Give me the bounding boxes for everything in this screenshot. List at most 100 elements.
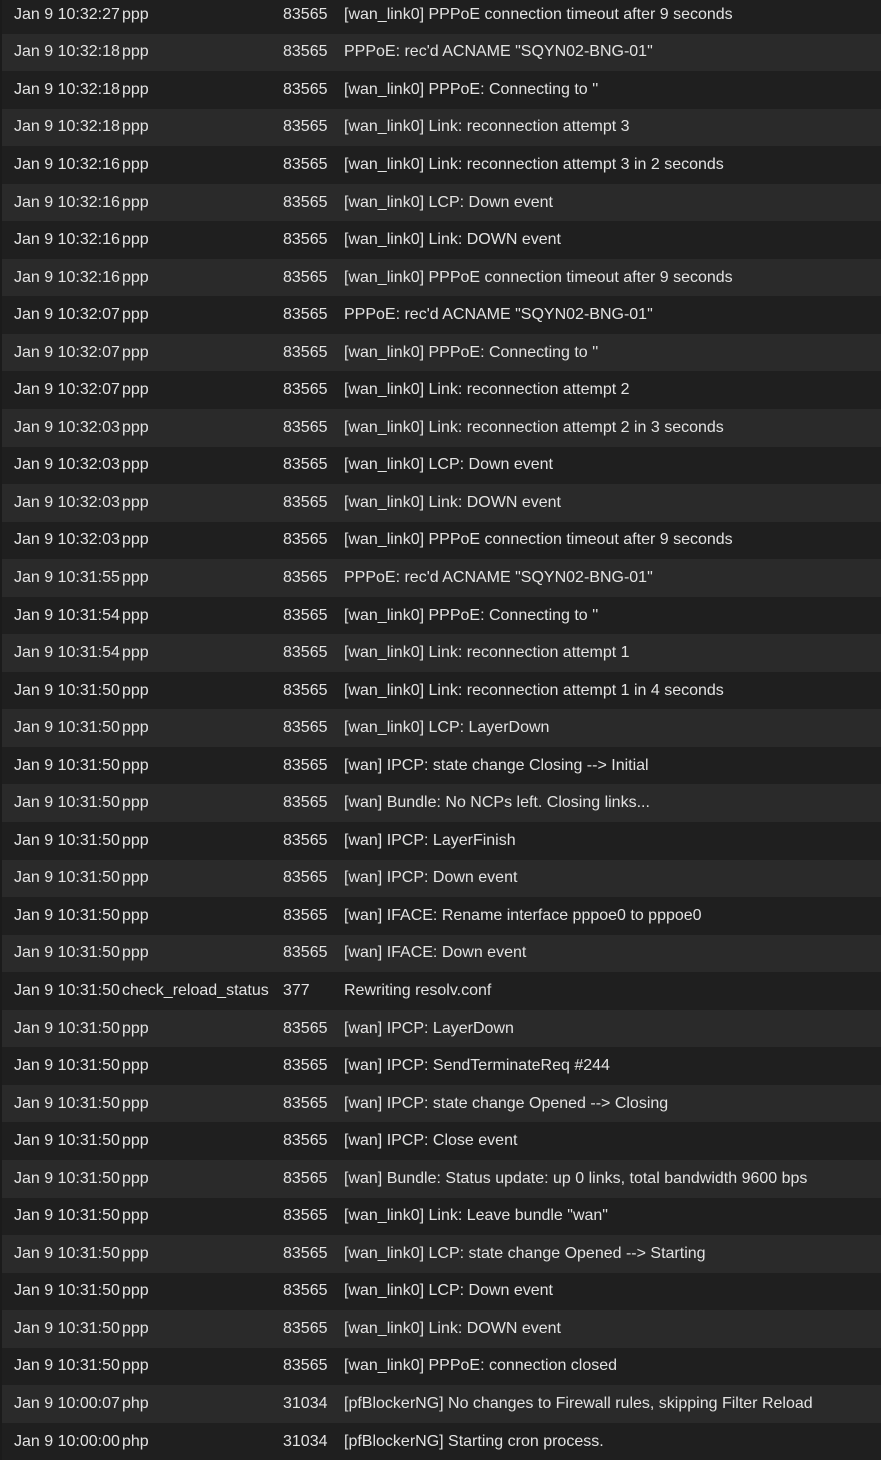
log-message-cell: [pfBlockerNG] No changes to Firewall rul… bbox=[344, 1395, 813, 1412]
log-message-cell: [wan_link0] PPPoE: Connecting to '' bbox=[344, 606, 599, 624]
log-row: Jan 9 10:31:50 ppp 83565 [wan] IPCP: LayerF… bbox=[2, 822, 881, 860]
log-message-cell: [wan_link0] LCP: Down event bbox=[344, 193, 553, 211]
log-time-cell: Jan 9 10:31:55 bbox=[14, 568, 120, 586]
log-row: Jan 9 10:32:03 ppp 83565 [wan_link0] PPPoE … bbox=[2, 521, 881, 560]
log-row: Jan 9 10:31:54 ppp 83565 [wan_link0] Link: … bbox=[2, 634, 881, 672]
log-row: Jan 9 10:31:50 ppp 83565 [wan] IFACE: Down … bbox=[2, 934, 881, 973]
log-pid-cell: 83565 bbox=[283, 5, 328, 23]
log-row: Jan 9 10:32:07 ppp 83565 PPPoE: rec'd ACNAM… bbox=[2, 296, 881, 334]
log-pid-cell: 83565 bbox=[283, 1357, 328, 1375]
log-time-cell: Jan 9 10:31:50 bbox=[14, 1207, 120, 1225]
log-row: Jan 9 10:31:55 ppp 83565 PPPoE: rec'd ACNAM… bbox=[2, 559, 881, 597]
log-message-cell: [wan] IPCP: Close event bbox=[344, 1132, 518, 1150]
log-process-cell: ppp bbox=[122, 80, 149, 98]
log-time-cell: Jan 9 10:31:50 bbox=[14, 1057, 120, 1075]
log-pid-cell: 83565 bbox=[283, 1094, 328, 1112]
log-process-cell: ppp bbox=[122, 118, 149, 136]
log-process-cell: check_reload_status bbox=[122, 981, 269, 999]
log-time-cell: Jan 9 10:32:16 bbox=[14, 155, 120, 173]
log-message-cell: [wan_link0] Link: DOWN event bbox=[344, 1319, 561, 1337]
log-process-cell: ppp bbox=[122, 1019, 149, 1037]
log-time-cell: Jan 9 10:31:54 bbox=[14, 644, 120, 662]
log-row: Jan 9 10:32:16 ppp 83565 [wan_link0] Link: … bbox=[2, 146, 881, 184]
log-pid-cell: 83565 bbox=[283, 944, 328, 962]
log-process-cell: ppp bbox=[122, 381, 149, 399]
log-row: Jan 9 10:32:18 ppp 83565 [wan_link0] PPPoE:… bbox=[2, 71, 881, 109]
log-message-cell: [wan_link0] PPPoE: connection closed bbox=[344, 1357, 618, 1375]
log-process-cell: ppp bbox=[122, 5, 149, 23]
log-process-cell: ppp bbox=[122, 193, 149, 211]
log-message-cell: [wan_link0] PPPoE connection timeout aft… bbox=[344, 268, 733, 286]
log-process-cell: ppp bbox=[122, 268, 149, 286]
log-pid-cell: 83565 bbox=[283, 118, 328, 136]
log-message-cell: PPPoE: rec'd ACNAME "SQYN02-BNG-01" bbox=[344, 306, 653, 324]
log-pid-cell: 83565 bbox=[283, 606, 328, 624]
log-pid-cell: 83565 bbox=[283, 155, 328, 173]
log-row: Jan 9 10:31:50 ppp 83565 [wan] IPCP: Down e… bbox=[2, 859, 881, 898]
log-process-cell: ppp bbox=[122, 1319, 149, 1337]
log-message-cell: [wan_link0] Link: Leave bundle "wan" bbox=[344, 1207, 608, 1225]
log-pid-cell: 83565 bbox=[283, 568, 328, 586]
log-time-cell: Jan 9 10:32:18 bbox=[14, 118, 120, 136]
log-process-cell: ppp bbox=[122, 456, 149, 474]
log-pid-cell: 83565 bbox=[283, 231, 328, 249]
log-message-cell: [wan_link0] PPPoE: Connecting to '' bbox=[344, 343, 599, 361]
log-row: Jan 9 10:32:16 ppp 83565 [wan_link0] LCP: D… bbox=[2, 183, 881, 222]
log-process-cell: ppp bbox=[122, 1207, 149, 1225]
log-message-cell: [wan_link0] Link: DOWN event bbox=[344, 493, 561, 511]
log-pid-cell: 83565 bbox=[283, 1019, 328, 1037]
log-message-cell: [wan_link0] LCP: Down event bbox=[344, 456, 553, 474]
log-process-cell: ppp bbox=[122, 869, 149, 887]
log-time-cell: Jan 9 10:31:54 bbox=[14, 606, 120, 624]
log-row: Jan 9 10:32:03 ppp 83565 [wan_link0] LCP: D… bbox=[2, 446, 881, 485]
log-message-cell: [wan] IPCP: Down event bbox=[344, 869, 518, 887]
log-pid-cell: 83565 bbox=[283, 306, 328, 324]
log-process-cell: ppp bbox=[122, 493, 149, 511]
log-process-cell: ppp bbox=[122, 606, 149, 624]
log-row: Jan 9 10:31:50 ppp 83565 [wan] IPCP: LayerD… bbox=[2, 1009, 881, 1048]
log-time-cell: Jan 9 10:31:50 bbox=[14, 944, 120, 962]
log-pid-cell: 83565 bbox=[283, 756, 328, 774]
log-time-cell: Jan 9 10:31:50 bbox=[14, 794, 120, 812]
log-message-cell: [wan] Bundle: No NCPs left. Closing link… bbox=[344, 794, 650, 812]
log-message-cell: [wan] IFACE: Rename interface pppoe0 to … bbox=[344, 906, 702, 924]
log-process-cell: ppp bbox=[122, 1282, 149, 1300]
log-pid-cell: 31034 bbox=[283, 1432, 328, 1450]
log-time-cell: Jan 9 10:31:50 bbox=[14, 681, 120, 699]
log-message-cell: [wan_link0] Link: reconnection attempt 3 bbox=[344, 118, 630, 136]
log-message-cell: [wan_link0] PPPoE connection timeout aft… bbox=[344, 531, 733, 549]
log-table-body: Jan 9 10:32:27 ppp 83565 [wan_link0] PPPoE … bbox=[2, 0, 881, 1460]
log-pid-cell: 83565 bbox=[283, 1244, 328, 1262]
log-pid-cell: 83565 bbox=[283, 869, 328, 887]
log-message-cell: [wan] IFACE: Down event bbox=[344, 944, 527, 962]
log-pid-cell: 83565 bbox=[283, 418, 328, 436]
log-pid-cell: 83565 bbox=[283, 1282, 328, 1300]
log-message-cell: [wan_link0] LCP: Down event bbox=[344, 1282, 553, 1300]
log-row: Jan 9 10:31:50 ppp 83565 [wan] IPCP: state … bbox=[2, 746, 881, 785]
log-message-cell: [wan_link0] PPPoE: Connecting to '' bbox=[344, 80, 599, 98]
log-process-cell: ppp bbox=[122, 43, 149, 61]
log-time-cell: Jan 9 10:31:50 bbox=[14, 1282, 120, 1300]
log-time-cell: Jan 9 10:31:50 bbox=[14, 831, 120, 849]
log-pid-cell: 83565 bbox=[283, 1057, 328, 1075]
log-row: Jan 9 10:31:50 ppp 83565 [wan] Bundle: Stat… bbox=[2, 1159, 881, 1198]
log-row: Jan 9 10:31:50 ppp 83565 [wan_link0] LCP: L… bbox=[2, 709, 881, 747]
log-pid-cell: 377 bbox=[283, 981, 310, 999]
log-time-cell: Jan 9 10:00:07 bbox=[14, 1395, 120, 1412]
log-message-cell: Rewriting resolv.conf bbox=[344, 981, 492, 999]
log-process-cell: ppp bbox=[122, 1132, 149, 1150]
log-pid-cell: 83565 bbox=[283, 794, 328, 812]
log-time-cell: Jan 9 10:31:50 bbox=[14, 1319, 120, 1337]
log-pid-cell: 83565 bbox=[283, 1319, 328, 1337]
log-time-cell: Jan 9 10:32:16 bbox=[14, 193, 120, 211]
log-pid-cell: 83565 bbox=[283, 80, 328, 98]
log-time-cell: Jan 9 10:32:07 bbox=[14, 306, 120, 324]
log-message-cell: [wan_link0] Link: reconnection attempt 2 bbox=[344, 381, 630, 399]
log-row: Jan 9 10:32:18 ppp 83565 [wan_link0] Link: … bbox=[2, 108, 881, 147]
log-process-cell: ppp bbox=[122, 1244, 149, 1262]
log-row: Jan 9 10:32:16 ppp 83565 [wan_link0] Link: … bbox=[2, 221, 881, 259]
log-time-cell: Jan 9 10:32:03 bbox=[14, 418, 120, 436]
log-time-cell: Jan 9 10:31:50 bbox=[14, 719, 120, 737]
log-process-cell: ppp bbox=[122, 531, 149, 549]
log-time-cell: Jan 9 10:32:18 bbox=[14, 43, 120, 61]
